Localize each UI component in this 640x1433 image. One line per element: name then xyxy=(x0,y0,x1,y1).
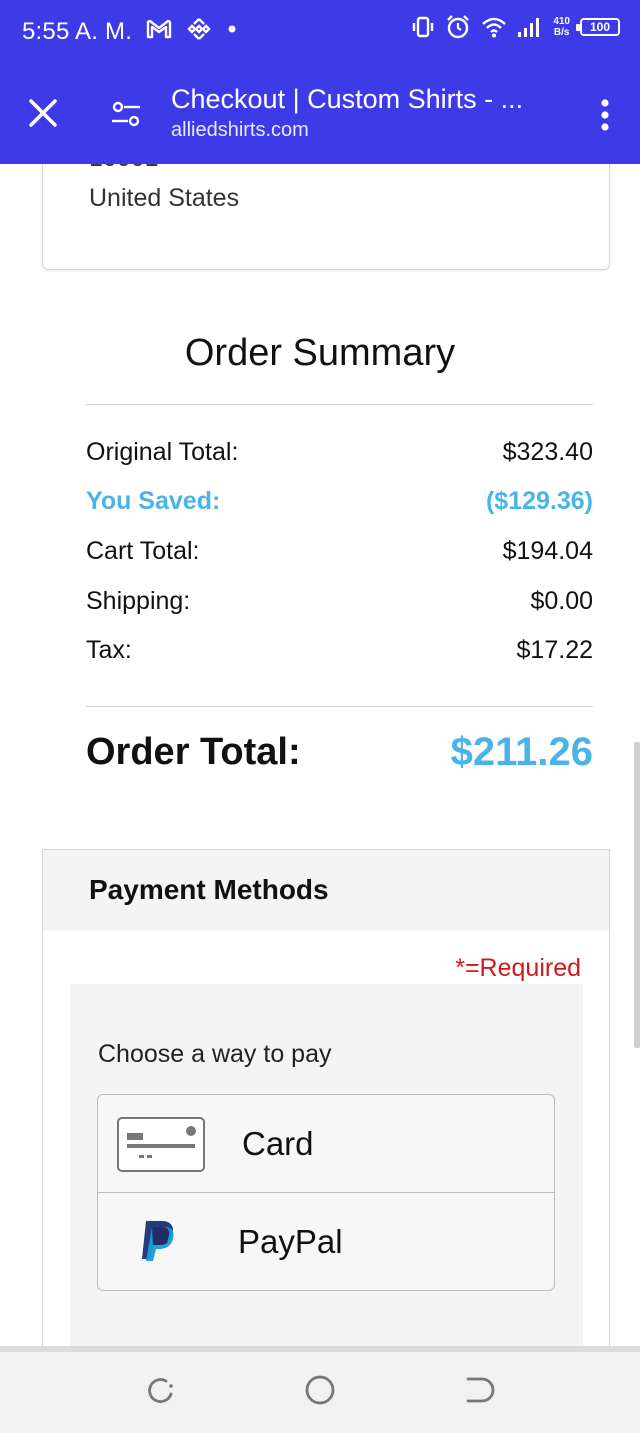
status-system-icons: 410 B/s 100 xyxy=(411,14,620,40)
summary-label: Cart Total: xyxy=(86,537,200,565)
payment-methods-card: Payment Methods *=Required Choose a way … xyxy=(42,849,610,1346)
network-speed: 410 B/s xyxy=(553,16,570,38)
binance-icon xyxy=(187,18,211,40)
more-vert-icon[interactable] xyxy=(600,98,610,132)
order-total-label: Order Total: xyxy=(86,731,301,773)
payment-option-label: PayPal xyxy=(238,1223,343,1260)
summary-label: Shipping: xyxy=(86,587,191,615)
payment-option-label: Card xyxy=(242,1125,314,1162)
signal-icon xyxy=(518,18,540,37)
payment-chooser: Choose a way to pay Card PayPal xyxy=(70,984,583,1346)
vibrate-icon xyxy=(413,16,434,38)
summary-value: $17.22 xyxy=(516,636,593,664)
status-time: 5:55 A. M. xyxy=(22,18,133,45)
tune-icon[interactable] xyxy=(110,98,142,130)
summary-label: Tax: xyxy=(86,636,132,664)
payment-option-paypal[interactable]: PayPal xyxy=(98,1193,554,1290)
page-url: alliedshirts.com xyxy=(171,119,309,141)
summary-value: $194.04 xyxy=(502,537,593,565)
order-summary-heading: Order Summary xyxy=(184,332,456,374)
payment-option-card[interactable]: Card xyxy=(98,1095,554,1193)
status-bar: 5:55 A. M. 410 B/s 100 xyxy=(0,0,640,66)
alarm-icon xyxy=(447,15,470,39)
status-notification-icons xyxy=(146,16,238,42)
required-note: *=Required xyxy=(455,954,581,982)
back-icon[interactable] xyxy=(462,1372,498,1408)
page-info[interactable]: Checkout | Custom Shirts - ... alliedshi… xyxy=(171,84,551,142)
order-total-value: $211.26 xyxy=(450,730,593,774)
summary-value: ($129.36) xyxy=(485,487,593,515)
summary-row-cart: Cart Total: $194.04 xyxy=(86,537,593,566)
system-nav-bar xyxy=(0,1346,640,1433)
divider xyxy=(86,404,593,405)
page-title: Checkout | Custom Shirts - ... xyxy=(171,84,524,114)
scrollbar[interactable] xyxy=(634,742,640,1048)
dot-icon xyxy=(228,25,236,33)
payment-methods-header: Payment Methods xyxy=(43,850,609,931)
shipping-address-card: 10001 United States xyxy=(42,164,610,270)
address-country: United States xyxy=(89,184,240,212)
summary-value: $323.40 xyxy=(502,438,593,466)
summary-row-original: Original Total: $323.40 xyxy=(86,438,593,467)
summary-row-saved: You Saved: ($129.36) xyxy=(86,487,593,516)
summary-value: $0.00 xyxy=(530,587,593,615)
home-icon[interactable] xyxy=(302,1372,338,1408)
divider xyxy=(86,706,593,707)
paypal-icon xyxy=(142,1221,174,1261)
gmail-icon xyxy=(146,19,172,39)
choose-way-to-pay-label: Choose a way to pay xyxy=(98,1040,332,1068)
summary-label: You Saved: xyxy=(86,487,221,515)
summary-row-shipping: Shipping: $0.00 xyxy=(86,587,593,616)
order-total-row: Order Total: $211.26 xyxy=(86,730,593,775)
recents-icon[interactable] xyxy=(142,1372,178,1408)
wifi-icon xyxy=(482,17,507,38)
address-zip: 10001 xyxy=(89,164,159,173)
payment-methods-title: Payment Methods xyxy=(89,874,329,905)
credit-card-icon xyxy=(117,1117,205,1172)
payment-options-list: Card PayPal xyxy=(97,1094,555,1291)
close-icon[interactable] xyxy=(26,96,60,130)
page-content: 10001 United States Order Summary Origin… xyxy=(0,164,640,1346)
custom-tab-toolbar: Checkout | Custom Shirts - ... alliedshi… xyxy=(0,66,640,164)
summary-label: Original Total: xyxy=(86,438,239,466)
battery-indicator: 100 xyxy=(576,18,620,36)
summary-row-tax: Tax: $17.22 xyxy=(86,636,593,665)
